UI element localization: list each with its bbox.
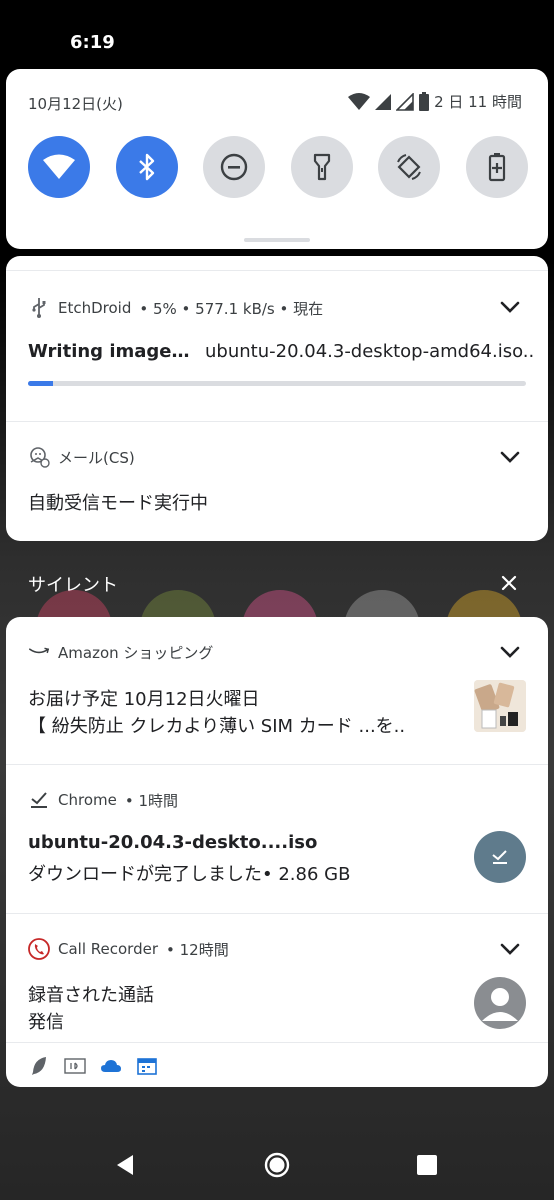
phone-icon xyxy=(28,938,50,960)
wifi-signal-icon xyxy=(348,92,371,110)
tile-wifi[interactable] xyxy=(28,136,90,198)
amazon-icon xyxy=(28,641,50,663)
quick-settings-panel: 10月12日(火) 2 日 11 時間 xyxy=(6,69,548,249)
progress-bar xyxy=(28,381,526,386)
do-not-disturb-icon xyxy=(220,153,248,181)
notification-header: メール(CS) xyxy=(28,446,135,468)
overflow-icon-tray[interactable] xyxy=(28,1055,158,1077)
flashlight-icon xyxy=(313,153,330,181)
notification-chrome[interactable]: Chrome • 1時間 ubuntu-20.04.3-deskto....is… xyxy=(6,765,548,913)
notification-meta: • 5% • 577.1 kB/s • 現在 xyxy=(139,299,324,318)
app-name: Call Recorder xyxy=(58,940,158,958)
notification-header: Chrome • 1時間 xyxy=(28,789,178,811)
id-card-icon xyxy=(64,1055,86,1077)
notification-header: EtchDroid • 5% • 577.1 kB/s • 現在 xyxy=(28,297,323,319)
download-complete-badge xyxy=(474,831,526,883)
chevron-down-icon[interactable] xyxy=(498,640,522,664)
tile-auto-rotate[interactable] xyxy=(378,136,441,198)
notification-title: 録音された通話 xyxy=(28,985,154,1006)
app-name: Chrome xyxy=(58,791,117,809)
notification-body: 【 紛失防止 クレカより薄い SIM カード ...を.. xyxy=(28,716,406,737)
silent-notifications-card: Amazon ショッピング お届け予定 10月12日火曜日 【 紛失防止 クレカ… xyxy=(6,617,548,1087)
progress-fill xyxy=(28,381,53,386)
tile-do-not-disturb[interactable] xyxy=(203,136,266,198)
chevron-down-icon[interactable] xyxy=(498,937,522,961)
status-time: 6:19 xyxy=(70,32,115,53)
notification-body: 自動受信モード実行中 xyxy=(28,493,208,514)
notification-call-recorder[interactable]: Call Recorder • 12時間 録音された通話 発信 xyxy=(6,914,548,1042)
cell-signal-2-icon xyxy=(396,92,414,111)
app-name: Amazon ショッピング xyxy=(58,643,214,662)
mail-sync-icon xyxy=(28,446,50,468)
recents-icon xyxy=(417,1155,437,1175)
download-done-icon xyxy=(492,850,507,864)
chevron-down-icon[interactable] xyxy=(498,445,522,469)
usb-icon xyxy=(28,297,50,319)
date-label[interactable]: 10月12日(火) xyxy=(28,93,123,114)
tile-bluetooth[interactable] xyxy=(115,136,178,198)
product-thumbnail xyxy=(474,680,526,732)
battery-saver-icon xyxy=(488,153,506,182)
notification-body: 発信 xyxy=(28,1012,64,1033)
notification-title: お届け予定 10月12日火曜日 xyxy=(28,689,260,710)
back-icon xyxy=(117,1155,133,1175)
chevron-down-icon[interactable] xyxy=(498,295,522,319)
notification-mail[interactable]: メール(CS) 自動受信モード実行中 xyxy=(6,422,548,541)
divider xyxy=(6,1042,548,1043)
calendar-icon xyxy=(136,1055,158,1077)
notification-etchdroid[interactable]: EtchDroid • 5% • 577.1 kB/s • 現在 Writing… xyxy=(6,271,548,421)
quick-tiles xyxy=(28,136,528,198)
close-icon[interactable] xyxy=(496,570,522,596)
notification-meta: • 1時間 xyxy=(124,791,179,810)
notification-subtitle: ubuntu-20.04.3-desktop-amd64.iso.. xyxy=(205,341,535,362)
cell-signal-icon xyxy=(375,93,392,110)
battery-remaining: 2 日 11 時間 xyxy=(434,93,522,111)
tile-flashlight[interactable] xyxy=(290,136,353,198)
alerting-notifications-card: EtchDroid • 5% • 577.1 kB/s • 現在 Writing… xyxy=(6,256,548,541)
bluetooth-icon xyxy=(138,153,154,181)
notification-title: Writing image… xyxy=(28,341,190,362)
home-button[interactable] xyxy=(262,1150,292,1180)
wifi-icon xyxy=(43,154,75,179)
back-button[interactable] xyxy=(110,1150,140,1180)
notification-shade: 6:19 10月12日(火) 2 日 11 時間 EtchDroid • 5% … xyxy=(0,0,554,1200)
auto-rotate-icon xyxy=(397,154,422,180)
notification-meta: • 12時間 xyxy=(166,940,229,959)
battery-icon xyxy=(419,91,430,111)
recents-button[interactable] xyxy=(412,1150,442,1180)
notification-body: ダウンロードが完了しました• 2.86 GB xyxy=(28,864,351,885)
home-icon xyxy=(264,1152,290,1178)
download-icon xyxy=(28,789,50,811)
cloud-icon xyxy=(100,1055,122,1077)
app-name: EtchDroid xyxy=(58,299,132,317)
drag-handle[interactable] xyxy=(244,238,310,242)
avatar xyxy=(474,977,526,1029)
app-name: メール(CS) xyxy=(58,448,135,467)
status-icons: 2 日 11 時間 xyxy=(348,91,522,112)
notification-amazon[interactable]: Amazon ショッピング お届け予定 10月12日火曜日 【 紛失防止 クレカ… xyxy=(6,617,548,764)
navigation-bar xyxy=(0,1130,554,1200)
tile-battery-saver[interactable] xyxy=(465,136,528,198)
person-icon xyxy=(482,988,518,1021)
feather-icon xyxy=(28,1055,50,1077)
notification-title: ubuntu-20.04.3-deskto....iso xyxy=(28,832,318,853)
notification-header: Call Recorder • 12時間 xyxy=(28,938,229,960)
notification-header: Amazon ショッピング xyxy=(28,641,213,663)
